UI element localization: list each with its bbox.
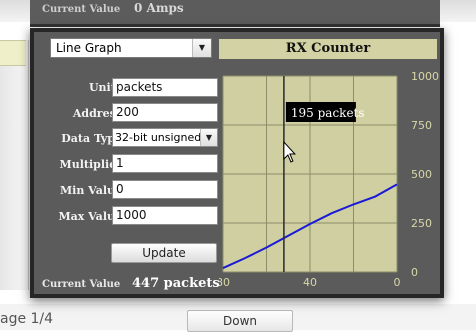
y-tick-label: 0 — [411, 266, 418, 279]
address-input[interactable]: 200 — [112, 103, 218, 122]
x-tick-label: 0 — [394, 276, 401, 289]
chevron-down-icon[interactable]: ▼ — [200, 129, 217, 146]
max-value-label: Max Value — [58, 210, 122, 223]
multiplier-label: Multiplier — [59, 158, 122, 171]
max-value-input[interactable]: 1000 — [112, 206, 218, 225]
top-widget-value: 0 Amps — [134, 1, 184, 15]
min-value-input[interactable]: 0 — [112, 180, 218, 199]
chevron-down-icon[interactable]: ▼ — [192, 39, 211, 57]
y-tick-label: 250 — [411, 217, 432, 230]
x-tick-label: 80 — [219, 276, 230, 289]
y-tick-label: 500 — [411, 168, 432, 181]
page-indicator: age 1/4 — [0, 311, 54, 327]
data-type-select[interactable]: 32-bit unsigned ▼ — [112, 128, 218, 147]
y-tick-label: 1000 — [411, 70, 439, 83]
tooltip-text: 195 packets — [291, 106, 365, 120]
chart-title: RX Counter — [219, 39, 437, 59]
current-value: 447 packets — [132, 276, 220, 291]
rx-counter-widget: Line Graph ▼ RX Counter Units packets Ad… — [30, 28, 444, 298]
line-chart: 1000750500250080400Sec195 packets — [219, 70, 439, 289]
y-tick-label: 750 — [411, 119, 432, 132]
units-label: Units — [88, 81, 122, 94]
units-input[interactable]: packets — [112, 78, 218, 97]
background-left-panel — [0, 40, 29, 290]
graph-type-value: Line Graph — [56, 41, 122, 55]
data-type-label: Data Type — [61, 132, 122, 145]
x-tick-label: 40 — [303, 276, 317, 289]
update-button[interactable]: Update — [111, 243, 217, 263]
multiplier-input[interactable]: 1 — [112, 154, 218, 173]
down-button[interactable]: Down — [187, 310, 293, 332]
address-label: Address — [72, 107, 122, 120]
background-selected-row — [0, 40, 26, 66]
graph-type-select[interactable]: Line Graph ▼ — [50, 38, 212, 58]
min-value-label: Min Value — [59, 184, 122, 197]
current-value-label: Current Value — [42, 279, 121, 290]
data-type-value: 32-bit unsigned — [115, 131, 202, 144]
top-widget-label: Current Value — [42, 4, 121, 15]
top-widget: Current Value 0 Amps — [30, 0, 440, 27]
